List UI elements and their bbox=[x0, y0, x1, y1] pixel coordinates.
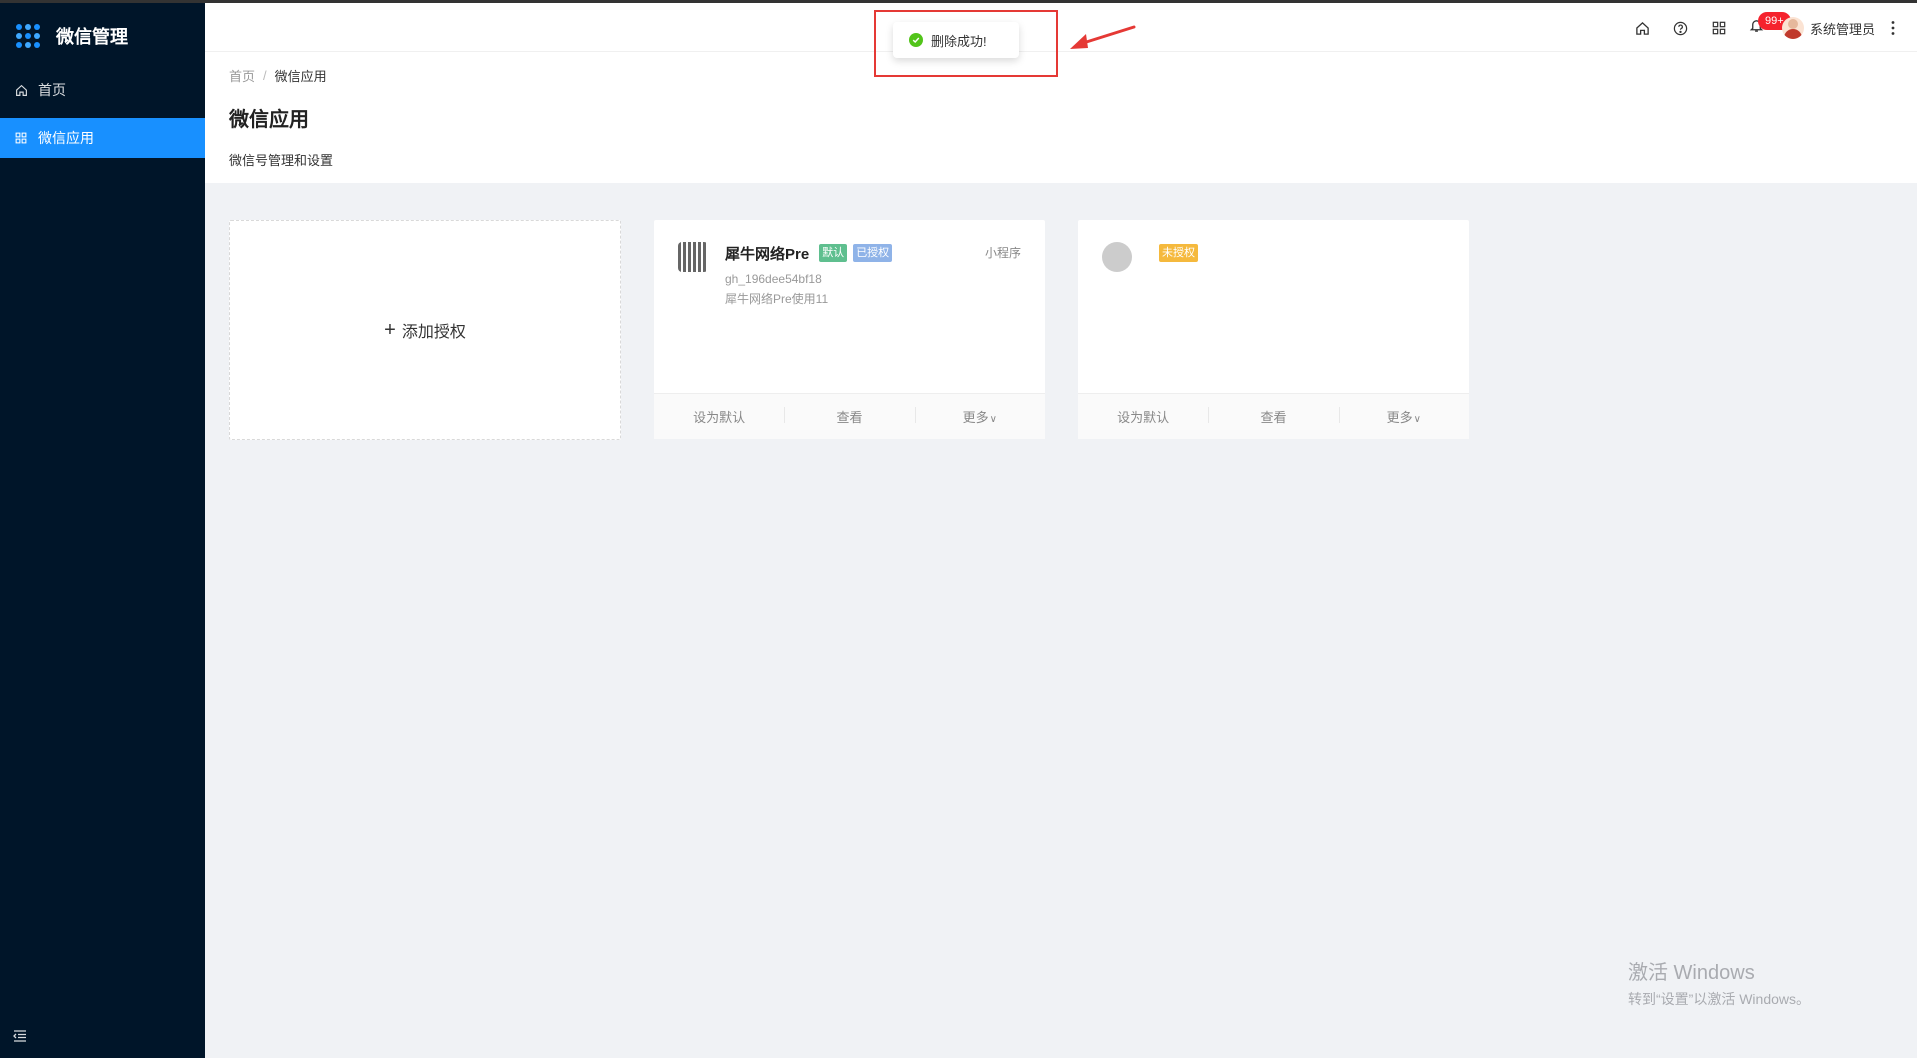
view-button-label: 查看 bbox=[1260, 410, 1287, 425]
view-button-label: 查看 bbox=[836, 410, 863, 425]
top-border bbox=[0, 0, 205, 3]
sidebar-menu: 首页 微信应用 bbox=[0, 70, 205, 166]
success-toast: 删除成功! bbox=[893, 22, 1019, 58]
set-default-button[interactable]: 设为默认 bbox=[1078, 407, 1208, 426]
card-name-row: 犀牛网络Pre 默认 已授权 bbox=[725, 242, 898, 264]
view-button[interactable]: 查看 bbox=[1208, 407, 1338, 426]
sidebar: 微信管理 首页 微信应用 bbox=[0, 0, 205, 1058]
set-default-button[interactable]: 设为默认 bbox=[654, 407, 784, 426]
default-tag: 默认 bbox=[819, 244, 848, 262]
card-name-row: 未授权 bbox=[1149, 242, 1204, 264]
placeholder-avatar-icon bbox=[1102, 242, 1132, 272]
user-menu[interactable]: 系统管理员 bbox=[1781, 17, 1875, 39]
card-actions: 设为默认 查看 更多∨ bbox=[1078, 393, 1469, 439]
app-grid-logo-icon bbox=[16, 24, 40, 48]
apps-grid-icon[interactable] bbox=[1700, 9, 1738, 47]
chevron-down-icon: ∨ bbox=[989, 414, 997, 425]
qr-avatar-icon bbox=[678, 242, 708, 272]
windows-activation-watermark: 激活 Windows 转到“设置”以激活 Windows。 bbox=[1628, 956, 1810, 1009]
card-body: 未授权 bbox=[1078, 220, 1469, 393]
app-card: 未授权 设为默认 查看 更多∨ bbox=[1078, 220, 1469, 439]
add-authorization-label: 添加授权 bbox=[401, 324, 466, 341]
avatar bbox=[1781, 17, 1804, 39]
grid-icon bbox=[14, 131, 28, 145]
chevron-down-icon: ∨ bbox=[1413, 414, 1421, 425]
toast-message: 删除成功! bbox=[931, 33, 987, 49]
app-type: 小程序 bbox=[984, 246, 1021, 260]
card-actions: 设为默认 查看 更多∨ bbox=[654, 393, 1045, 439]
app-title: 微信管理 bbox=[56, 27, 128, 47]
more-button-label: 更多 bbox=[962, 410, 989, 425]
app-id: gh_196dee54bf18 bbox=[725, 272, 822, 286]
card-body: 犀牛网络Pre 默认 已授权 gh_196dee54bf18 犀牛网络Pre使用… bbox=[654, 220, 1045, 393]
sidebar-item-label: 微信应用 bbox=[38, 130, 94, 146]
home-icon bbox=[14, 83, 28, 97]
card-info: 未授权 bbox=[1149, 242, 1204, 264]
watermark-line1: 激活 Windows bbox=[1628, 962, 1755, 984]
notification-bell[interactable]: 99+ bbox=[1738, 9, 1791, 47]
app-card: 犀牛网络Pre 默认 已授权 gh_196dee54bf18 犀牛网络Pre使用… bbox=[654, 220, 1045, 439]
header-actions: 99+ 系统管理员 bbox=[1624, 3, 1905, 53]
user-name: 系统管理员 bbox=[1809, 21, 1875, 37]
page-header: 首页 / 微信应用 微信应用 微信号管理和设置 bbox=[205, 52, 1917, 183]
sidebar-item-wechat-apps[interactable]: 微信应用 bbox=[0, 118, 205, 158]
check-circle-icon bbox=[909, 33, 923, 47]
help-icon[interactable] bbox=[1662, 9, 1700, 47]
more-button[interactable]: 更多∨ bbox=[914, 407, 1045, 426]
logo[interactable]: 微信管理 bbox=[16, 20, 128, 52]
breadcrumb-current: 微信应用 bbox=[274, 69, 327, 84]
breadcrumb-separator: / bbox=[263, 68, 267, 83]
sidebar-item-home[interactable]: 首页 bbox=[0, 70, 205, 110]
add-authorization-card[interactable]: + 添加授权 bbox=[229, 220, 621, 440]
unauthorized-tag: 未授权 bbox=[1159, 244, 1198, 262]
plus-icon: + bbox=[384, 318, 396, 341]
menu-fold-icon[interactable] bbox=[12, 1028, 30, 1046]
watermark-line2: 转到“设置”以激活 Windows。 bbox=[1628, 991, 1811, 1007]
more-button[interactable]: 更多∨ bbox=[1338, 407, 1469, 426]
authorized-tag: 已授权 bbox=[853, 244, 893, 262]
page-description: 微信号管理和设置 bbox=[229, 153, 334, 168]
breadcrumb-home[interactable]: 首页 bbox=[229, 66, 255, 85]
breadcrumb: 首页 / 微信应用 bbox=[229, 66, 1893, 85]
annotation-arrow-icon bbox=[1070, 25, 1136, 49]
app-name: 犀牛网络Pre bbox=[725, 245, 810, 263]
home-icon[interactable] bbox=[1624, 9, 1662, 47]
more-vertical-icon[interactable] bbox=[1881, 9, 1905, 47]
sidebar-item-label: 首页 bbox=[38, 82, 66, 98]
page-title: 微信应用 bbox=[229, 109, 309, 131]
more-button-label: 更多 bbox=[1386, 410, 1413, 425]
app-description: 犀牛网络Pre使用11 bbox=[725, 292, 829, 306]
view-button[interactable]: 查看 bbox=[784, 407, 914, 426]
card-info: 犀牛网络Pre 默认 已授权 gh_196dee54bf18 犀牛网络Pre使用… bbox=[725, 242, 898, 307]
top-header: 99+ 系统管理员 bbox=[205, 0, 1917, 52]
